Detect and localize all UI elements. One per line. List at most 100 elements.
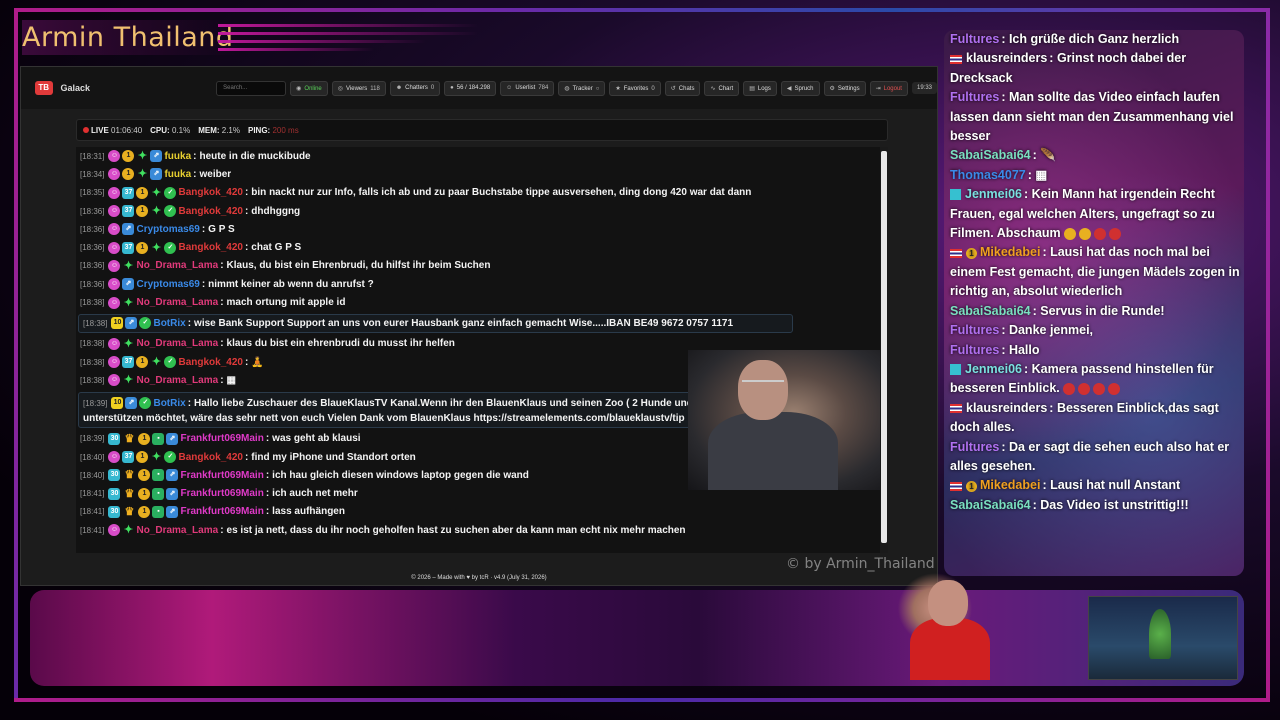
side-chat-username[interactable]: SabaiSabai64	[950, 304, 1031, 318]
chat-username[interactable]: fuuka	[164, 169, 191, 180]
chat-text: heute in die muckibude	[199, 150, 311, 162]
side-chat-colon: :	[1042, 478, 1051, 493]
plant-shape	[1149, 609, 1171, 659]
side-chat-username[interactable]: Thomas4077	[950, 168, 1026, 182]
pink-badge-icon: ☺	[108, 241, 121, 254]
blue-badge-icon: ⇗	[150, 168, 163, 181]
logs-button[interactable]: ▤ Logs	[743, 80, 777, 96]
logout-button[interactable]: ⇥ Logout	[869, 80, 908, 96]
favorites-button[interactable]: ★ Favorites 0	[609, 80, 661, 96]
green-badge-icon: ✦	[123, 259, 134, 272]
chat-username[interactable]: Frankfurt069Main	[180, 433, 263, 444]
green-badge-icon: ✦	[123, 524, 134, 537]
chat-username[interactable]: Bangkok_420	[178, 206, 242, 217]
flag-icon	[950, 481, 962, 491]
side-chat-username[interactable]: Fultures	[950, 323, 999, 337]
signal-icon: ◉	[296, 85, 302, 92]
chat-text: chat G P S	[251, 242, 302, 254]
chat-username[interactable]: Bangkok_420	[178, 357, 242, 368]
side-chat-username[interactable]: Mikedabei	[980, 478, 1040, 492]
side-chat-username[interactable]: Mikedabei	[980, 245, 1040, 259]
messages-button[interactable]: ● 56 / 184.298	[444, 80, 497, 96]
megaphone-icon: ◀	[786, 85, 792, 92]
chat-text: find my iPhone und Standort orten	[251, 451, 416, 463]
chat-username[interactable]: Bangkok_420	[178, 187, 242, 198]
check-badge-icon: ✓	[164, 356, 177, 369]
scroll-thumb[interactable]	[881, 151, 887, 543]
cam-shirt	[910, 618, 990, 680]
side-chat-message: klausreinders: Besseren Einblick,das sag…	[950, 399, 1240, 438]
chat-username[interactable]: fuuka	[164, 151, 191, 162]
chat-text: klaus du bist ein ehrenbrudi du musst ih…	[226, 338, 455, 350]
side-chat-username[interactable]: Fultures	[950, 440, 999, 454]
spruch-button[interactable]: ◀ Spruch	[780, 80, 820, 96]
green-badge-icon: ✦	[151, 451, 162, 463]
chat-username[interactable]: No_Drama_Lama	[136, 375, 218, 386]
chat-timestamp: [18:38]	[80, 298, 105, 308]
log-icon: ▤	[749, 85, 755, 92]
pink-badge-icon: ☺	[108, 223, 121, 236]
check-badge-icon: ✓	[164, 451, 177, 463]
check-badge-icon: ✓	[139, 317, 152, 330]
chatters-button[interactable]: ☻ Chatters 0	[389, 80, 441, 96]
webcam-host-feed	[688, 350, 880, 490]
chart-button[interactable]: ∿ Chart	[704, 80, 740, 96]
stream-title: Armin Thailand	[22, 20, 240, 55]
chat-username[interactable]: Bangkok_420	[178, 242, 242, 253]
side-chat-username[interactable]: Fultures	[950, 343, 999, 357]
chat-message: [18:36] ☺ 37 1 ✦ ✓ Bangkok_420: chat G P S	[76, 238, 888, 256]
side-chat-text: Ich grüße dich Ganz herzlich	[1008, 32, 1180, 46]
chat-username[interactable]: Bangkok_420	[178, 452, 242, 463]
side-chat-colon: :	[1001, 32, 1009, 46]
search-input[interactable]: Search...	[216, 80, 287, 96]
chat-username[interactable]: No_Drama_Lama	[136, 338, 218, 349]
chat-timestamp: [18:38]	[80, 375, 105, 385]
flag-icon	[950, 54, 962, 64]
chat-message: [18:41] 30 ♛ 1 ▪ ⇗ Frankfurt069Main: lass aufhä…	[76, 503, 888, 521]
cyan-badge-icon: 30	[108, 487, 121, 500]
chat-username[interactable]: Cryptomas69	[136, 279, 199, 290]
side-chat-username[interactable]: Fultures	[950, 32, 999, 46]
side-chat-username[interactable]: SabaiSabai64	[950, 148, 1031, 162]
chat-text: weiber	[199, 168, 232, 180]
chat-username[interactable]: Cryptomas69	[136, 224, 199, 235]
site-brand[interactable]: Galack	[61, 83, 217, 93]
userlist-button[interactable]: ☺ Userlist 784	[500, 80, 555, 96]
blue-badge-icon: ⇗	[122, 223, 135, 236]
chat-timestamp: [18:36]	[80, 206, 105, 216]
chat-message: [18:36] ☺ ⇗ Cryptomas69: G P S	[76, 220, 888, 238]
chat-username[interactable]: Frankfurt069Main	[180, 488, 263, 499]
chats-button[interactable]: ↺ Chats	[664, 80, 701, 96]
chat-text: wise Bank Support Support an uns von eur…	[194, 317, 734, 329]
side-chat-username[interactable]: Jenmei06	[965, 187, 1022, 201]
side-chat-username[interactable]: Fultures	[950, 90, 999, 104]
chat-username[interactable]: BotRix	[153, 398, 185, 409]
online-button[interactable]: ◉ Online	[290, 80, 328, 96]
tracker-button[interactable]: ◍ Tracker ○	[558, 80, 606, 96]
pink-badge-icon: ☺	[108, 524, 121, 537]
side-chat-username[interactable]: Jenmei06	[965, 362, 1022, 376]
chat-username[interactable]: BotRix	[153, 318, 185, 329]
chat-text: dhdhggng	[251, 205, 301, 217]
users-icon: ☻	[395, 84, 403, 91]
blue-badge-icon: ⇗	[166, 505, 179, 518]
pink-badge-icon: ☺	[108, 150, 121, 163]
blue-badge-icon: ⇗	[125, 396, 138, 409]
blue-badge-icon: ⇗	[150, 150, 163, 163]
chat-username[interactable]: No_Drama_Lama	[136, 260, 218, 271]
chat-colon: :	[265, 488, 270, 500]
side-chat-username[interactable]: klausreinders	[966, 51, 1047, 65]
site-logo[interactable]: TB	[35, 81, 53, 95]
chat-username[interactable]: No_Drama_Lama	[136, 525, 218, 536]
settings-button[interactable]: ⚙ Settings	[823, 80, 866, 96]
overlay-border-top	[14, 8, 1270, 12]
chat-scrollbar[interactable]	[880, 147, 888, 553]
flag-icon	[950, 248, 962, 258]
side-chat-username[interactable]: SabaiSabai64	[950, 498, 1031, 512]
chat-username[interactable]: No_Drama_Lama	[136, 297, 218, 308]
side-chat-username[interactable]: klausreinders	[966, 401, 1047, 415]
gold-badge-icon: 1	[136, 356, 149, 369]
chat-username[interactable]: Frankfurt069Main	[180, 470, 263, 481]
chat-username[interactable]: Frankfurt069Main	[180, 506, 263, 517]
viewers-button[interactable]: ◎ Viewers 118	[331, 80, 386, 96]
